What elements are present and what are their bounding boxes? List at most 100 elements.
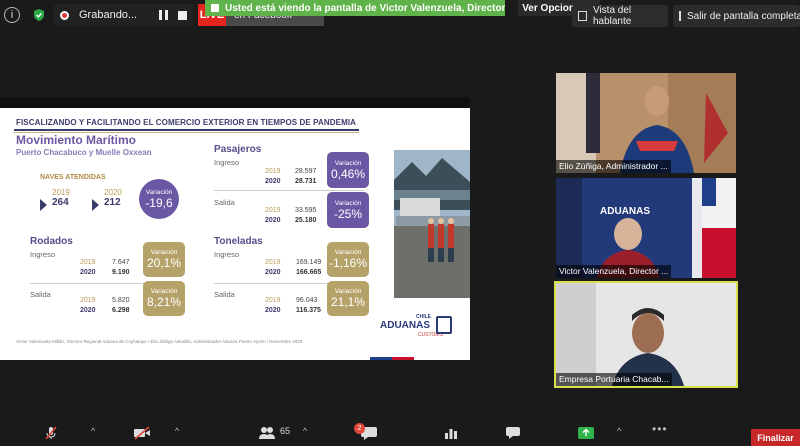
participant-name: Victor Valenzuela, Director ... — [556, 265, 672, 278]
svg-text:ADUANAS: ADUANAS — [600, 206, 650, 217]
logo-aduanas-text: ADUANAS — [380, 320, 430, 331]
toneladas-ingreso-label: Ingreso — [214, 250, 240, 259]
participant-video — [556, 283, 736, 386]
toneladas-salida-2019: 96.043 — [296, 297, 318, 304]
toneladas-ingreso-variation: Variación -1,16% — [327, 242, 369, 277]
stop-recording-icon[interactable] — [178, 10, 188, 20]
bottom-toolbar: ^ ^ 65 ^ 2 ^ ••• — [0, 420, 800, 446]
rodados-salida-variation: Variación 8,21% — [143, 281, 185, 316]
sub-heading: Puerto Chacabuco y Muelle Oxxean — [16, 148, 152, 157]
rodados-ingreso-2020: 9.190 — [112, 269, 130, 276]
video-off-icon[interactable] — [133, 426, 151, 440]
participant-video: ADUANAS — [556, 178, 736, 278]
year-2020: 2020 — [265, 307, 281, 314]
rodados-title: Rodados — [30, 236, 73, 247]
naves-year-a: 2019 — [52, 188, 70, 197]
slide-title: FISCALIZANDO Y FACILITANDO EL COMERCIO E… — [16, 118, 357, 127]
pasajeros-ingreso-variation: Variación 0,46% — [327, 152, 369, 188]
variation-value: -25% — [333, 206, 362, 221]
main-heading: Movimiento Marítimo — [16, 133, 137, 147]
more-options-icon[interactable]: ••• — [652, 422, 668, 436]
record-dot-icon — [60, 10, 69, 20]
naves-variation-circle: Variación -19,6 — [139, 179, 179, 219]
recording-indicator: Grabando... — [54, 4, 194, 26]
variation-value: 0,46% — [330, 166, 366, 181]
naves-value-a: 264 — [52, 197, 69, 208]
variation-value: 8,21% — [146, 295, 182, 309]
naves-year-b: 2020 — [104, 188, 122, 197]
crest-icon — [436, 316, 452, 334]
divider — [214, 190, 364, 191]
participant-name: Empresa Portuaria Chacab... — [556, 373, 672, 386]
toneladas-salida-label: Salida — [214, 290, 235, 299]
year-2020: 2020 — [265, 269, 281, 276]
year-2019: 2019 — [80, 259, 96, 266]
year-2019: 2019 — [265, 207, 281, 214]
variation-label: Variación — [150, 249, 178, 256]
year-2020: 2020 — [80, 307, 96, 314]
participant-name: Elio Zúñiga, Administrador ... — [556, 160, 671, 173]
participant-tile-1[interactable]: Elio Zúñiga, Administrador ... — [556, 73, 736, 173]
toneladas-ingreso-2019: 169.149 — [296, 259, 322, 266]
exit-fullscreen-button[interactable]: Salir de pantalla completa — [673, 5, 800, 27]
participants-icon[interactable] — [258, 426, 276, 440]
grid-icon — [578, 11, 587, 21]
exit-fullscreen-label: Salir de pantalla completa — [687, 10, 800, 22]
toneladas-title: Toneladas — [214, 236, 263, 247]
variation-value: 21,1% — [330, 295, 366, 309]
zoom-window: i Grabando... LIVE en Facebook Usted est… — [0, 0, 800, 446]
participant-tile-2[interactable]: ADUANAS Victor Valenzuela, Director ... — [556, 178, 736, 278]
variation-label: Variación — [145, 188, 173, 196]
participants-count: 65 — [280, 426, 291, 436]
variation-label: Variación — [334, 249, 362, 256]
pause-recording-icon[interactable] — [159, 10, 169, 20]
qa-chat-icon[interactable] — [505, 426, 521, 440]
speaker-view-label: Vista del hablante — [592, 5, 632, 27]
pasajeros-ingreso-2020: 28.731 — [295, 178, 317, 185]
participant-tile-3-active-speaker[interactable]: Empresa Portuaria Chacab... — [554, 281, 738, 388]
arrow-icon — [92, 199, 99, 211]
share-screen-icon[interactable] — [577, 426, 595, 440]
shared-screen-slide: FISCALIZANDO Y FACILITANDO EL COMERCIO E… — [0, 97, 470, 360]
chevron-up-icon[interactable]: ^ — [617, 426, 621, 436]
pasajeros-title: Pasajeros — [214, 144, 262, 155]
rodados-ingreso-label: Ingreso — [30, 250, 56, 259]
variation-label: Variación — [334, 288, 362, 295]
port-photo — [394, 150, 470, 298]
microphone-muted-icon[interactable] — [44, 426, 58, 440]
variation-label: Variación — [334, 159, 362, 167]
slide-footnote: Víctor Valenzuela Millán, Director Regio… — [16, 339, 303, 344]
top-left-controls: i Grabando... — [0, 4, 194, 26]
toneladas-salida-2020: 116.375 — [296, 307, 321, 314]
info-icon[interactable]: i — [4, 7, 20, 23]
year-2019: 2019 — [265, 259, 281, 266]
rodados-salida-label: Salida — [30, 290, 51, 299]
toneladas-salida-variation: Variación 21,1% — [327, 281, 369, 316]
slide-top-strip — [0, 97, 470, 108]
variation-label: Variación — [334, 199, 362, 207]
chevron-up-icon[interactable]: ^ — [175, 426, 179, 436]
variation-label: Variación — [150, 288, 178, 295]
year-2020: 2020 — [265, 217, 281, 224]
naves-value-b: 212 — [104, 197, 121, 208]
rodados-salida-2020: 6.298 — [112, 307, 130, 314]
shield-icon[interactable] — [32, 8, 46, 22]
year-2019: 2019 — [265, 297, 281, 304]
chevron-up-icon[interactable]: ^ — [91, 426, 95, 436]
recording-label: Grabando... — [79, 9, 138, 21]
chat-badge: 2 — [354, 423, 365, 434]
year-2020: 2020 — [265, 178, 281, 185]
participant-video — [556, 73, 736, 173]
exit-fullscreen-icon — [679, 11, 681, 21]
speaker-view-button[interactable]: Vista del hablante — [572, 5, 668, 27]
chevron-up-icon[interactable]: ^ — [303, 426, 307, 436]
top-bar: i Grabando... LIVE en Facebook Usted est… — [0, 0, 800, 30]
polling-icon[interactable] — [444, 426, 458, 440]
screen-share-icon — [211, 4, 219, 12]
toneladas-ingreso-2020: 166.665 — [296, 269, 322, 276]
arrow-icon — [40, 199, 47, 211]
variation-value: -19,6 — [145, 195, 173, 210]
end-meeting-button[interactable]: Finalizar — [751, 429, 800, 446]
aduanas-logo: CHILE ADUANAS CUSTOMS — [378, 314, 454, 339]
flag-stripe — [0, 356, 470, 360]
